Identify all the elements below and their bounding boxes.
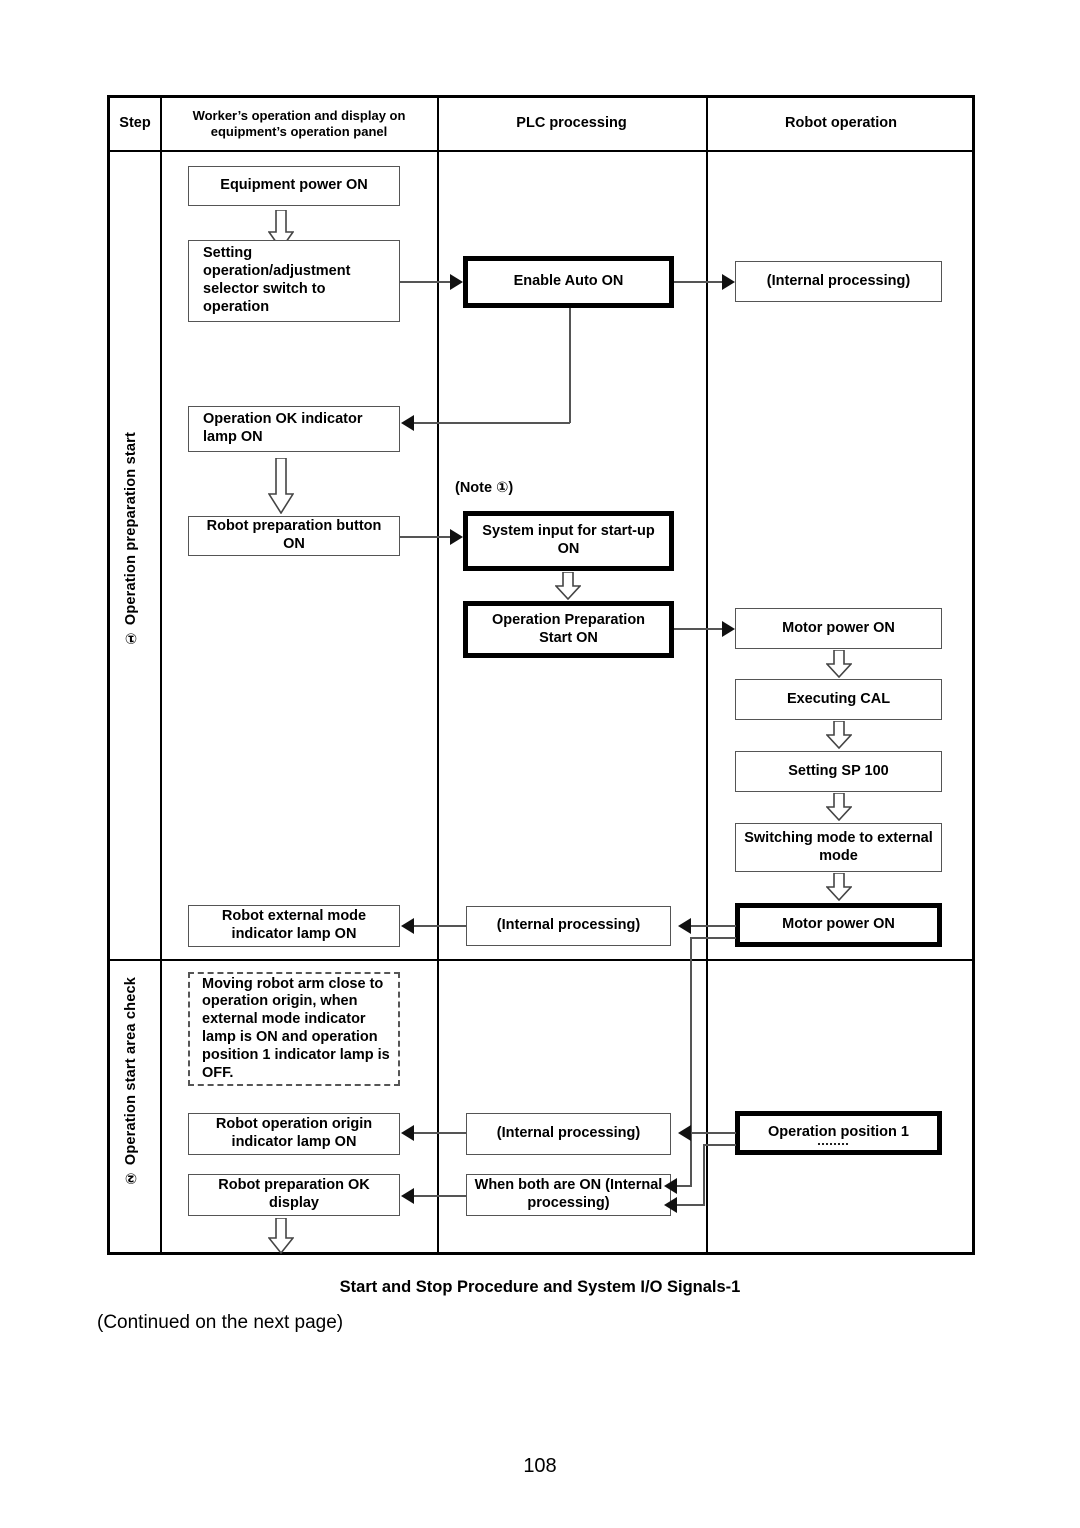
connector-motor2-branch-vertical [690, 937, 692, 1186]
box-motor-power-on-2[interactable]: Motor power ON [735, 903, 942, 947]
box-executing-cal[interactable]: Executing CAL [735, 679, 942, 720]
connector-prep-start-to-motor-power-1 [674, 628, 724, 630]
connector-op-position-into-both-on [676, 1204, 705, 1206]
connector-prep-button-to-system-input [400, 536, 452, 538]
column-divider-worker [437, 98, 439, 1252]
figure-caption: Start and Stop Procedure and System I/O … [339, 1278, 741, 1296]
connector-enable-auto-feedback-vertical [569, 308, 571, 423]
connector-motor2-into-both-on [676, 1185, 692, 1187]
box-robot-internal-processing[interactable]: (Internal processing) [735, 261, 942, 302]
box-robot-operation-origin-indicator-lamp-on[interactable]: Robot operation origin indicator lamp ON [188, 1113, 400, 1155]
box-operation-ok-indicator-lamp-on[interactable]: Operation OK indicator lamp ON [188, 406, 400, 452]
column-divider-step [160, 98, 162, 1252]
arrow-down-system-input-to-prep-start [555, 572, 581, 600]
arrowhead-both-on-top-in [664, 1178, 677, 1194]
box-setting-sp-100[interactable]: Setting SP 100 [735, 751, 942, 792]
box-operation-preparation-start-on[interactable]: Operation Preparation Start ON [463, 601, 674, 658]
box-operation-position-1[interactable]: Operation position 1 [735, 1111, 942, 1155]
box-motor-power-on-1[interactable]: Motor power ON [735, 608, 942, 649]
connector-motor2-to-plc-internal [690, 925, 736, 927]
arrowhead-operation-ok-lamp-in [401, 415, 414, 431]
box-when-both-are-on[interactable]: When both are ON (Internal processing) [466, 1174, 671, 1216]
step-label-operation-start-area-check: ② Operation start area check [123, 977, 139, 1186]
arrow-down-switching-to-motor2 [826, 873, 852, 901]
arrow-down-sp100-to-switching [826, 793, 852, 821]
header-plc: PLC processing [516, 115, 627, 132]
document-page: Step Worker’s operation and display on e… [0, 0, 1080, 1528]
box-enable-auto-on[interactable]: Enable Auto ON [463, 256, 674, 308]
arrow-down-cal-to-sp100 [826, 721, 852, 749]
connector-op-position-branch-horizontal [703, 1144, 736, 1146]
note-label: (Note ①) [455, 480, 514, 496]
step-separator [110, 959, 972, 961]
continued-note: (Continued on the next page) [97, 1312, 344, 1333]
arrowhead-enable-auto-in [450, 274, 463, 290]
box-system-input-for-startup-on[interactable]: System input for start-up ON [463, 511, 674, 571]
box-robot-external-mode-indicator-lamp-on[interactable]: Robot external mode indicator lamp ON [188, 905, 400, 947]
arrow-down-prep-ok-continues [268, 1218, 294, 1254]
page-number: 108 [523, 1455, 557, 1477]
header-step: Step [119, 115, 151, 132]
connector-motor2-branch-horizontal [690, 937, 736, 939]
connector-setting-to-enable-auto [400, 281, 452, 283]
connector-op-position-branch-vertical [703, 1144, 705, 1205]
column-divider-plc [706, 98, 708, 1252]
arrowhead-external-mode-lamp-in [401, 918, 414, 934]
arrowhead-both-on-bottom-in [664, 1197, 677, 1213]
box-switching-mode-to-external-mode[interactable]: Switching mode to external mode [735, 823, 942, 872]
arrowhead-prep-ok-display-in [401, 1188, 414, 1204]
connector-enable-auto-feedback-horizontal [414, 422, 570, 424]
arrowhead-robot-internal-in [722, 274, 735, 290]
arrowhead-motor-power-1-in [722, 621, 735, 637]
arrowhead-system-input-in [450, 529, 463, 545]
box-equipment-power-on[interactable]: Equipment power ON [188, 166, 400, 206]
arrow-down-ok-lamp-to-prep-button [268, 458, 294, 514]
box-setting-selector-switch[interactable]: Setting operation/adjustment selector sw… [188, 240, 400, 322]
header-separator [110, 150, 972, 152]
connector-plc-internal-2-to-origin-lamp [414, 1132, 466, 1134]
operation-position-underline [818, 1143, 848, 1145]
arrowhead-origin-lamp-in [401, 1125, 414, 1141]
connector-enable-auto-to-robot-internal [674, 281, 724, 283]
box-plc-internal-processing-2[interactable]: (Internal processing) [466, 1113, 671, 1155]
box-plc-internal-processing-1[interactable]: (Internal processing) [466, 906, 671, 946]
arrow-down-motor-to-cal [826, 650, 852, 678]
header-worker: Worker’s operation and display on equipm… [192, 108, 406, 139]
box-moving-robot-arm-note: Moving robot arm close to operation orig… [188, 972, 400, 1086]
box-robot-preparation-ok-display[interactable]: Robot preparation OK display [188, 1174, 400, 1216]
connector-both-on-to-prep-ok-display [414, 1195, 466, 1197]
arrowhead-plc-internal-2-in [678, 1125, 691, 1141]
connector-op-position-to-plc-internal-2 [690, 1132, 736, 1134]
connector-plc-internal-to-external-mode-lamp [414, 925, 466, 927]
step-label-operation-preparation-start: ① Operation preparation start [123, 432, 139, 646]
header-robot: Robot operation [785, 115, 897, 132]
box-robot-preparation-button-on[interactable]: Robot preparation button ON [188, 516, 400, 556]
arrowhead-plc-internal-1-in [678, 918, 691, 934]
